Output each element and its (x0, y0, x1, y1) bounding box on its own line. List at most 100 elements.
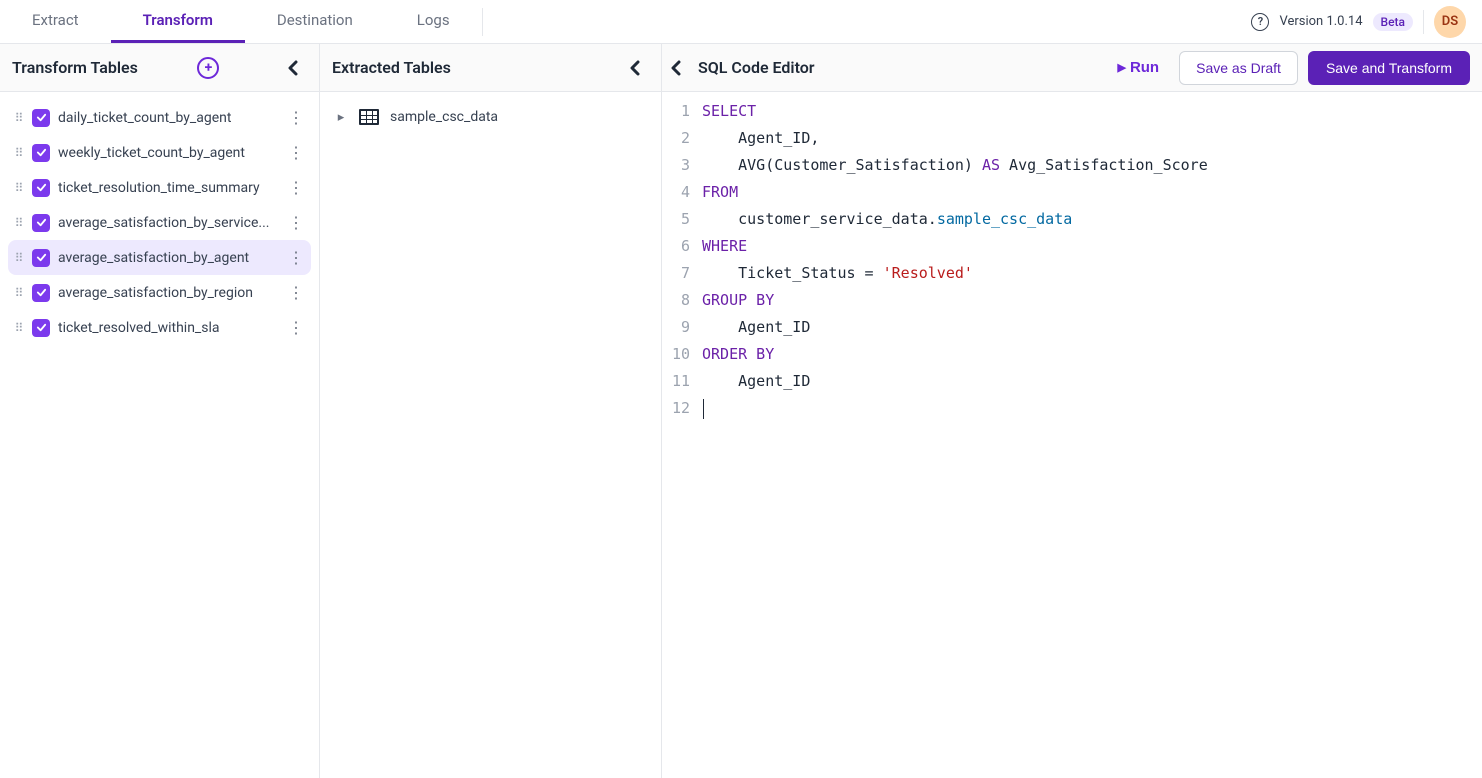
extracted-panel-title: Extracted Tables (332, 58, 451, 77)
drag-handle-icon[interactable]: ⠿ (14, 251, 24, 265)
extracted-table-list: ▸ sample_csc_data (320, 92, 661, 142)
transform-table-label: average_satisfaction_by_region (58, 285, 279, 301)
line-number: 5 (662, 206, 690, 233)
transform-table-item[interactable]: ⠿ average_satisfaction_by_agent ⋮ (8, 240, 311, 275)
drag-handle-icon[interactable]: ⠿ (14, 111, 24, 125)
drag-handle-icon[interactable]: ⠿ (14, 181, 24, 195)
transform-table-label: average_satisfaction_by_service... (58, 215, 279, 231)
collapse-extracted-button[interactable] (621, 54, 649, 82)
kebab-menu-icon[interactable]: ⋮ (287, 143, 305, 162)
run-button[interactable]: ▶ Run (1107, 53, 1169, 82)
code-line[interactable]: ORDER BY (702, 341, 1208, 368)
save-draft-button[interactable]: Save as Draft (1179, 51, 1298, 85)
kebab-menu-icon[interactable]: ⋮ (287, 248, 305, 267)
code-line[interactable]: Ticket_Status = 'Resolved' (702, 260, 1208, 287)
transform-table-item[interactable]: ⠿ average_satisfaction_by_region ⋮ (8, 275, 311, 310)
add-table-button[interactable]: + (197, 57, 219, 79)
checkbox[interactable] (32, 109, 50, 127)
kebab-menu-icon[interactable]: ⋮ (287, 213, 305, 232)
extracted-table-label: sample_csc_data (390, 109, 498, 125)
code-editor[interactable]: 123456789101112 SELECT Agent_ID, AVG(Cus… (662, 92, 1482, 778)
code-line[interactable] (702, 395, 1208, 422)
code-line[interactable]: Agent_ID (702, 314, 1208, 341)
transform-panel: Transform Tables + ⠿ daily_ticket_count_b… (0, 44, 320, 778)
line-number: 7 (662, 260, 690, 287)
chevron-left-icon (629, 60, 641, 76)
kebab-menu-icon[interactable]: ⋮ (287, 283, 305, 302)
checkbox[interactable] (32, 249, 50, 267)
text-cursor (703, 399, 704, 419)
code-line[interactable]: Agent_ID (702, 368, 1208, 395)
checkbox[interactable] (32, 144, 50, 162)
vertical-separator (1423, 10, 1424, 34)
transform-table-item[interactable]: ⠿ average_satisfaction_by_service... ⋮ (8, 205, 311, 240)
line-number: 1 (662, 98, 690, 125)
line-number: 2 (662, 125, 690, 152)
run-label: Run (1130, 59, 1159, 76)
extracted-panel-header: Extracted Tables (320, 44, 661, 92)
avatar[interactable]: DS (1434, 6, 1466, 38)
line-number: 6 (662, 233, 690, 260)
editor-title: SQL Code Editor (698, 58, 815, 77)
line-number: 9 (662, 314, 690, 341)
kebab-menu-icon[interactable]: ⋮ (287, 178, 305, 197)
tab-destination[interactable]: Destination (245, 0, 385, 43)
editor-actions: ▶ Run Save as Draft Save and Transform (1107, 51, 1470, 85)
transform-table-item[interactable]: ⠿ ticket_resolved_within_sla ⋮ (8, 310, 311, 345)
tab-extract[interactable]: Extract (0, 0, 111, 43)
code-line[interactable]: AVG(Customer_Satisfaction) AS Avg_Satisf… (702, 152, 1208, 179)
transform-table-label: average_satisfaction_by_agent (58, 250, 279, 266)
drag-handle-icon[interactable]: ⠿ (14, 286, 24, 300)
code-line[interactable]: SELECT (702, 98, 1208, 125)
transform-table-label: ticket_resolution_time_summary (58, 180, 279, 196)
beta-badge: Beta (1373, 13, 1413, 31)
code-line[interactable]: FROM (702, 179, 1208, 206)
play-icon: ▶ (1117, 61, 1125, 74)
tab-transform[interactable]: Transform (111, 0, 245, 43)
collapse-transform-button[interactable] (279, 54, 307, 82)
tab-logs[interactable]: Logs (385, 0, 482, 43)
transform-table-item[interactable]: ⠿weekly_ticket_count_by_agent⋮ (8, 135, 311, 170)
line-number-gutter: 123456789101112 (662, 92, 698, 778)
help-icon[interactable]: ? (1251, 13, 1269, 31)
checkbox[interactable] (32, 319, 50, 337)
transform-table-list: ⠿daily_ticket_count_by_agent⋮⠿weekly_tic… (0, 92, 319, 353)
transform-table-item[interactable]: ⠿ ticket_resolution_time_summary ⋮ (8, 170, 311, 205)
extracted-table-item[interactable]: ▸ sample_csc_data (328, 100, 653, 134)
kebab-menu-icon[interactable]: ⋮ (287, 318, 305, 337)
transform-table-item[interactable]: ⠿ daily_ticket_count_by_agent ⋮ (8, 100, 311, 135)
code-line[interactable]: customer_service_data.sample_csc_data (702, 206, 1208, 233)
drag-handle-icon[interactable]: ⠿ (14, 216, 24, 230)
checkbox[interactable] (32, 179, 50, 197)
code-line[interactable]: GROUP BY (702, 287, 1208, 314)
main-layout: Transform Tables + ⠿ daily_ticket_count_b… (0, 44, 1482, 778)
transform-panel-header: Transform Tables + (0, 44, 319, 92)
chevron-left-icon (670, 60, 682, 76)
line-number: 4 (662, 179, 690, 206)
chevron-left-icon (287, 60, 299, 76)
line-number: 8 (662, 287, 690, 314)
code-line[interactable]: Agent_ID, (702, 125, 1208, 152)
top-bar: ExtractTransformDestinationLogs ? Versio… (0, 0, 1482, 44)
line-number: 12 (662, 395, 690, 422)
code-content[interactable]: SELECT Agent_ID, AVG(Customer_Satisfacti… (698, 92, 1208, 778)
kebab-menu-icon[interactable]: ⋮ (287, 108, 305, 127)
editor-header: SQL Code Editor ▶ Run Save as Draft Save … (662, 44, 1482, 92)
checkbox[interactable] (32, 284, 50, 302)
save-transform-button[interactable]: Save and Transform (1308, 51, 1470, 85)
chevron-right-icon[interactable]: ▸ (334, 110, 348, 125)
version-label: Version 1.0.14 (1279, 14, 1362, 29)
drag-handle-icon[interactable]: ⠿ (14, 321, 24, 335)
transform-panel-title: Transform Tables (12, 58, 138, 77)
code-line[interactable]: WHERE (702, 233, 1208, 260)
line-number: 11 (662, 368, 690, 395)
collapse-editor-button[interactable] (662, 54, 690, 82)
line-number: 3 (662, 152, 690, 179)
drag-handle-icon[interactable]: ⠿ (14, 146, 24, 160)
tab-separator (482, 8, 483, 36)
transform-table-label: ticket_resolved_within_sla (58, 320, 279, 336)
table-icon (358, 108, 380, 126)
topbar-right: ? Version 1.0.14 Beta DS (1251, 6, 1466, 38)
transform-table-label: daily_ticket_count_by_agent (58, 110, 279, 126)
checkbox[interactable] (32, 214, 50, 232)
